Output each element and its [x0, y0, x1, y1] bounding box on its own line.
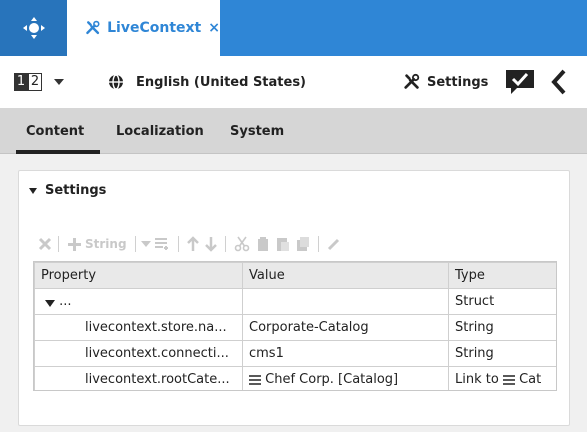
- tab-label: LiveContext: [107, 20, 202, 36]
- check-bubble-icon: [506, 70, 534, 94]
- cut-icon[interactable]: [234, 234, 250, 254]
- locale-selector[interactable]: English (United States): [108, 71, 306, 93]
- add-list-icon[interactable]: [154, 234, 170, 254]
- content-area: Settings String Property Value Type ... …: [0, 154, 587, 432]
- plus-icon: [68, 237, 81, 251]
- navigation-button[interactable]: [0, 0, 67, 56]
- table-header-row: Property Value Type: [34, 262, 556, 289]
- type-label: Link to: [455, 372, 499, 387]
- type-cell: Struct: [448, 288, 556, 315]
- separator: [317, 236, 319, 252]
- variant-2: 2: [28, 73, 42, 91]
- column-header-property[interactable]: Property: [34, 262, 243, 289]
- content-link-icon: [502, 375, 515, 385]
- type-suffix: Cat: [519, 372, 542, 387]
- type-dropdown-icon[interactable]: [140, 241, 151, 247]
- separator: [134, 236, 136, 252]
- struct-grid: Property Value Type ... Struct liveconte…: [33, 261, 557, 391]
- property-cell[interactable]: livecontext.store.na...: [34, 314, 243, 341]
- content-link-icon: [249, 375, 261, 385]
- tab-content[interactable]: Content: [15, 108, 101, 154]
- add-string-button[interactable]: String: [67, 234, 127, 254]
- type-cell: Link to Cat: [448, 366, 556, 390]
- panel-header[interactable]: Settings: [29, 183, 106, 198]
- move-down-icon[interactable]: [204, 234, 217, 254]
- chevron-left-icon: [551, 69, 566, 95]
- column-header-type[interactable]: Type: [448, 262, 556, 289]
- copy-icon[interactable]: [256, 234, 270, 254]
- property-cell[interactable]: livecontext.connecti...: [34, 340, 243, 367]
- tools-icon: [404, 73, 420, 89]
- top-bar: LiveContext ×: [0, 0, 587, 56]
- value-cell[interactable]: Corporate-Catalog: [242, 314, 449, 341]
- tab-system[interactable]: System: [230, 108, 284, 154]
- value-cell[interactable]: [242, 288, 449, 315]
- value-cell[interactable]: Chef Corp. [Catalog]: [242, 366, 449, 390]
- duplicate-icon[interactable]: [296, 234, 310, 254]
- tab-livecontext[interactable]: LiveContext ×: [67, 0, 220, 56]
- locale-label: English (United States): [136, 74, 307, 90]
- link-value: Chef Corp. [Catalog]: [265, 372, 399, 387]
- table-row[interactable]: livecontext.rootCate... Chef Corp. [Cata…: [34, 366, 556, 390]
- tab-content-label: Content: [26, 123, 85, 139]
- tab-localization[interactable]: Localization: [116, 108, 204, 154]
- expand-chevron-down-icon[interactable]: [45, 300, 55, 307]
- tab-system-label: System: [230, 123, 285, 139]
- type-cell: String: [448, 340, 556, 367]
- variant-selector[interactable]: 1 2: [14, 71, 64, 93]
- tab-localization-label: Localization: [116, 123, 204, 139]
- paste-icon[interactable]: [276, 234, 290, 254]
- property-cell[interactable]: livecontext.rootCate...: [34, 366, 243, 390]
- document-toolbar: 1 2 English (United States) Settings: [0, 56, 587, 108]
- collapse-button[interactable]: [550, 68, 568, 96]
- property-cell[interactable]: ...: [34, 288, 243, 315]
- separator: [177, 236, 179, 252]
- chevron-down-icon: [54, 79, 64, 85]
- table-row[interactable]: ... Struct: [34, 288, 556, 315]
- settings-button[interactable]: Settings: [403, 71, 488, 93]
- property-name: ...: [59, 294, 72, 309]
- approve-button[interactable]: [505, 69, 535, 95]
- globe-icon: [109, 74, 123, 90]
- sub-tabs: Content Localization System: [0, 108, 587, 154]
- separator: [58, 236, 59, 252]
- add-string-label: String: [85, 237, 127, 251]
- variant-1: 1: [14, 73, 28, 91]
- edit-icon[interactable]: [327, 234, 341, 254]
- panel-title: Settings: [45, 183, 107, 198]
- struct-actions: String: [37, 233, 344, 255]
- table-row[interactable]: livecontext.connecti... cms1 String: [34, 340, 556, 367]
- move-up-icon[interactable]: [186, 234, 199, 254]
- value-cell[interactable]: cms1: [242, 340, 449, 367]
- navigation-compass-icon: [22, 17, 45, 39]
- settings-panel: Settings String Property Value Type ... …: [18, 170, 570, 426]
- column-header-value[interactable]: Value: [242, 262, 449, 289]
- tools-icon: [86, 20, 100, 35]
- close-tab-icon[interactable]: ×: [208, 20, 220, 36]
- delete-icon[interactable]: [37, 236, 53, 252]
- table-row[interactable]: livecontext.store.na... Corporate-Catalo…: [34, 314, 556, 341]
- settings-label: Settings: [427, 74, 489, 90]
- chevron-down-icon: [29, 187, 37, 194]
- type-cell: String: [448, 314, 556, 341]
- separator: [224, 236, 226, 252]
